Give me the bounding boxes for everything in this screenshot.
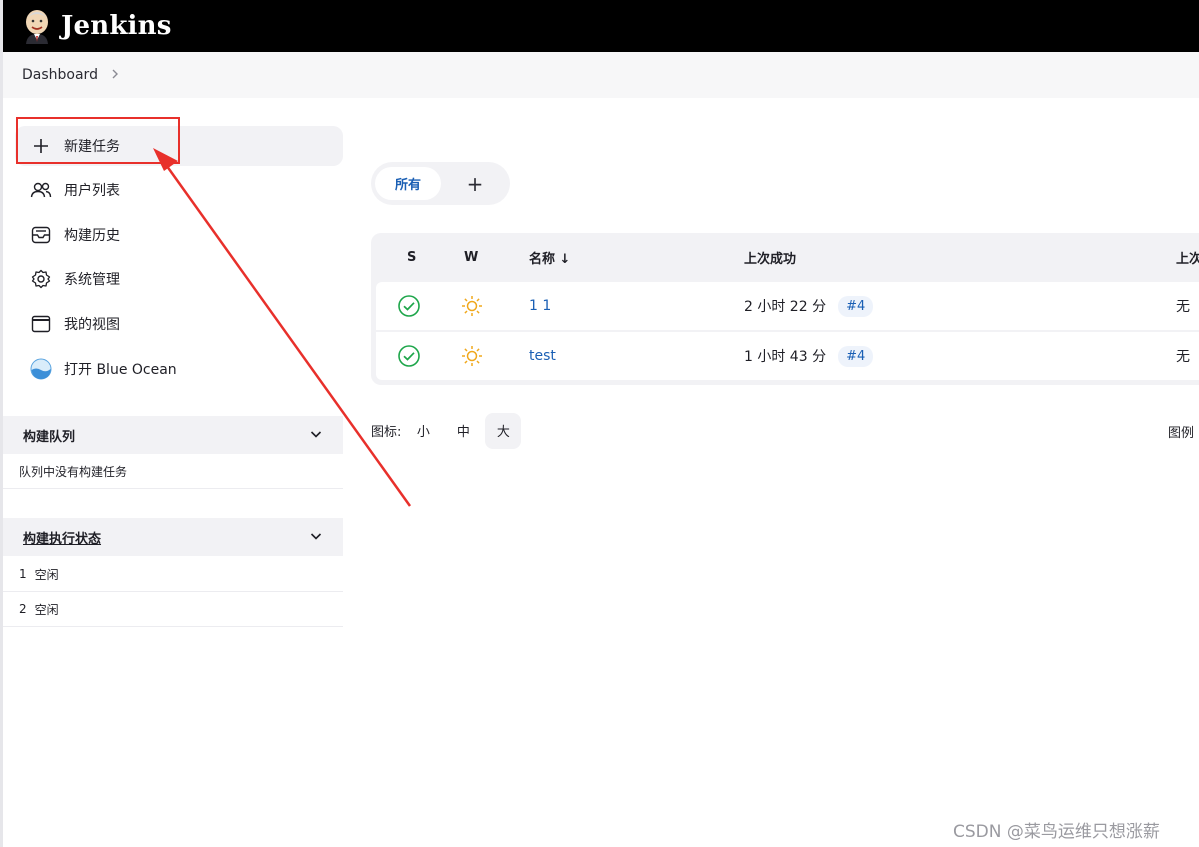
sunny-weather-icon: [460, 282, 484, 330]
build-number-badge[interactable]: #4: [838, 295, 874, 317]
chevron-right-icon[interactable]: [110, 66, 120, 84]
executor-status: 空闲: [34, 567, 59, 582]
table-row: 1 1 2 小时 22 分 #4 无: [376, 282, 1199, 330]
breadcrumb-dashboard[interactable]: Dashboard: [22, 67, 98, 83]
column-header-weather[interactable]: W: [464, 233, 478, 281]
breadcrumb: Dashboard: [3, 52, 1199, 98]
build-queue-empty: 队列中没有构建任务: [3, 454, 343, 489]
tab-all[interactable]: 所有: [375, 167, 441, 200]
inbox-icon: [30, 224, 52, 246]
icon-size-small[interactable]: 小: [405, 413, 441, 449]
task-label: 用户列表: [64, 183, 120, 199]
icon-size-label: 图标:: [371, 425, 402, 440]
column-header-status[interactable]: S: [407, 233, 416, 281]
success-check-icon: [397, 282, 421, 330]
chevron-down-icon[interactable]: [309, 529, 323, 547]
column-header-name[interactable]: 名称 ↓: [529, 233, 570, 281]
last-success-time: 2 小时 22 分: [744, 299, 827, 315]
icon-size-large[interactable]: 大: [485, 412, 522, 449]
column-header-last-failure[interactable]: 上次: [1176, 233, 1199, 281]
job-link[interactable]: test: [529, 348, 556, 364]
build-queue-title: 构建队列: [23, 429, 76, 445]
gear-icon: [30, 268, 52, 290]
column-header-last-success[interactable]: 上次成功: [744, 233, 796, 281]
icon-size-medium[interactable]: 中: [445, 413, 481, 449]
watermark-text: CSDN @菜鸟运维只想涨薪: [953, 822, 1160, 842]
annotation-highlight-box: [16, 117, 180, 164]
jenkins-logo-icon[interactable]: [21, 8, 53, 44]
icon-size-selector: 图标: 小 中 大: [371, 412, 522, 449]
executor-row: 2 空闲: [3, 592, 343, 627]
jobs-table: S W 名称 ↓ 上次成功 上次 1 1 2 小时 22 分 #4 无 test…: [371, 233, 1199, 385]
table-row: test 1 小时 43 分 #4 无: [376, 332, 1199, 380]
page-header: Jenkins: [3, 0, 1199, 52]
task-my-views[interactable]: 我的视图: [15, 304, 343, 344]
executors-header[interactable]: 构建执行状态: [3, 518, 343, 556]
last-success-time: 1 小时 43 分: [744, 349, 827, 365]
last-failure-value: 无: [1176, 349, 1190, 365]
legend-link[interactable]: 图例: [1168, 422, 1194, 441]
task-manage-jenkins[interactable]: 系统管理: [15, 259, 343, 299]
build-queue-header[interactable]: 构建队列: [3, 416, 343, 454]
task-blue-ocean[interactable]: 打开 Blue Ocean: [15, 349, 343, 389]
people-icon: [30, 179, 52, 201]
executor-number: 1: [19, 567, 27, 581]
last-failure-value: 无: [1176, 299, 1190, 315]
executor-number: 2: [19, 602, 27, 616]
success-check-icon: [397, 332, 421, 380]
view-tabbar: 所有 +: [371, 162, 510, 205]
task-label: 打开 Blue Ocean: [64, 362, 177, 378]
executor-row: 1 空闲: [3, 557, 343, 592]
add-view-button[interactable]: +: [461, 170, 489, 198]
sunny-weather-icon: [460, 332, 484, 380]
executor-status: 空闲: [34, 602, 59, 617]
task-people[interactable]: 用户列表: [15, 170, 343, 210]
job-link[interactable]: 1 1: [529, 298, 551, 314]
build-number-badge[interactable]: #4: [838, 345, 874, 367]
task-label: 系统管理: [64, 272, 120, 288]
brand-title[interactable]: Jenkins: [61, 11, 172, 41]
window-icon: [30, 313, 52, 335]
queue-empty-text: 队列中没有构建任务: [19, 464, 128, 479]
task-label: 构建历史: [64, 228, 120, 244]
chevron-down-icon[interactable]: [309, 427, 323, 445]
task-label: 我的视图: [64, 317, 120, 333]
task-build-history[interactable]: 构建历史: [15, 215, 343, 255]
blue-ocean-icon: [30, 358, 52, 380]
executors-title[interactable]: 构建执行状态: [23, 528, 101, 547]
